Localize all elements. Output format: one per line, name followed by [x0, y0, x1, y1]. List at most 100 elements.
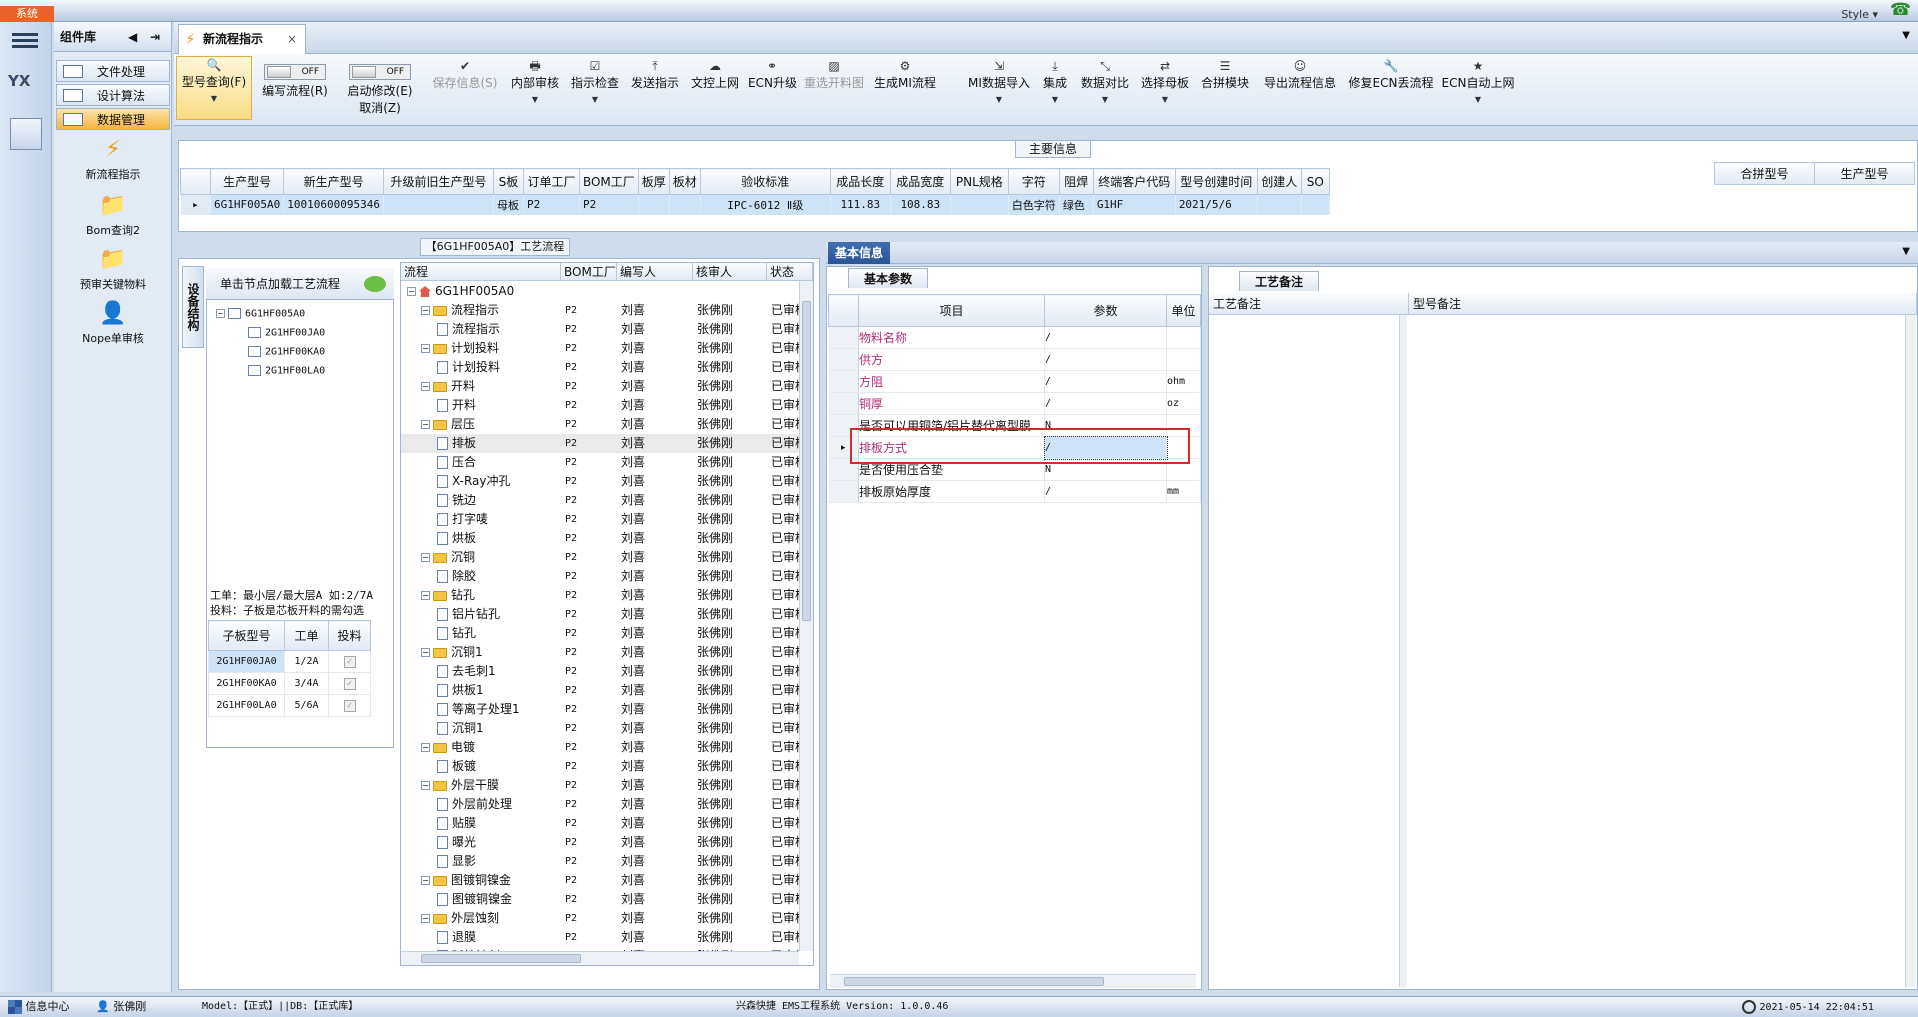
tab-basic-params[interactable]: 基本参数: [848, 268, 928, 288]
nav-design-algorithm[interactable]: 设计算法: [56, 84, 170, 106]
table-row[interactable]: X-Ray冲孔P2刘喜张佛刚已审核: [401, 472, 813, 491]
table-row[interactable]: 等离子处理1P2刘喜张佛刚已审核: [401, 700, 813, 719]
table-row[interactable]: 铝片钻孔P2刘喜张佛刚已审核: [401, 605, 813, 624]
process-remark-textarea[interactable]: [1209, 315, 1399, 987]
table-row[interactable]: 去毛刺1P2刘喜张佛刚已审核: [401, 662, 813, 681]
table-row[interactable]: 铣边P2刘喜张佛刚已审核: [401, 491, 813, 510]
reselect-cutting-button[interactable]: ▨ 重选开料图: [802, 58, 866, 91]
fix-ecn-button[interactable]: 🔧 修复ECN丢流程: [1348, 58, 1434, 91]
collapse-icon[interactable]: −: [421, 876, 430, 885]
table-row[interactable]: 2G1HF00KA0 3/4A ✓: [208, 672, 371, 695]
table-row[interactable]: 钻孔P2刘喜张佛刚已审核: [401, 624, 813, 643]
chevron-down-icon[interactable]: ▼: [177, 94, 251, 103]
table-row[interactable]: −流程指示P2刘喜张佛刚已审核: [401, 301, 813, 320]
select-mother-board-button[interactable]: ⇄ 选择母板 ▼: [1138, 58, 1192, 104]
generate-mi-button[interactable]: ⚙ 生成MI流程: [872, 58, 938, 91]
collapse-icon[interactable]: −: [421, 306, 430, 315]
nav-file-processing[interactable]: 文件处理: [56, 60, 170, 82]
doc-control-upload-button[interactable]: ☁ 文控上网: [688, 58, 742, 91]
feed-checkbox[interactable]: ✓: [343, 677, 356, 690]
table-row[interactable]: 压合P2刘喜张佛刚已审核: [401, 453, 813, 472]
calculator-icon[interactable]: [10, 118, 42, 150]
comment-icon[interactable]: [364, 276, 386, 292]
data-compare-button[interactable]: ⤡ 数据对比 ▼: [1078, 58, 1132, 104]
table-row[interactable]: −开料P2刘喜张佛刚已审核: [401, 377, 813, 396]
chevron-down-icon[interactable]: ▼: [508, 95, 562, 104]
collapse-icon[interactable]: −: [421, 420, 430, 429]
column-header[interactable]: 流程: [401, 263, 561, 281]
horizontal-scrollbar[interactable]: [401, 951, 799, 965]
chevron-down-icon[interactable]: ▼: [1038, 95, 1072, 104]
tab-basic-info[interactable]: 基本信息: [828, 242, 890, 264]
chevron-down-icon[interactable]: ▼: [966, 95, 1032, 104]
tool-new-process[interactable]: ⚡ 新流程指示: [54, 136, 172, 182]
merge-module-button[interactable]: ☰ 合拼模块: [1198, 58, 1252, 91]
export-process-button[interactable]: ☺ 导出流程信息: [1258, 58, 1342, 91]
param-value-cell[interactable]: /: [1044, 348, 1167, 371]
table-row[interactable]: 曝光P2刘喜张佛刚已审核: [401, 833, 813, 852]
tab-new-process[interactable]: ⚡ 新流程指示 ×: [178, 24, 306, 54]
table-row[interactable]: −电镀P2刘喜张佛刚已审核: [401, 738, 813, 757]
write-process-toggle[interactable]: OFF 编写流程(R): [258, 58, 332, 99]
collapse-icon[interactable]: −: [421, 743, 430, 752]
tab-process-remark[interactable]: 工艺备注: [1239, 271, 1319, 291]
tool-nope-review[interactable]: 👤 Nope单审核: [54, 300, 172, 346]
param-value-cell[interactable]: /: [1044, 480, 1167, 503]
tool-bom-query[interactable]: 📁 Bom查询2: [54, 192, 172, 238]
table-row[interactable]: −沉铜P2刘喜张佛刚已审核: [401, 548, 813, 567]
table-row[interactable]: −图镀铜镍金P2刘喜张佛刚已审核: [401, 871, 813, 890]
pin-icon[interactable]: ⇥: [150, 22, 160, 52]
model-remark-textarea[interactable]: [1409, 315, 1905, 987]
close-icon[interactable]: ×: [287, 25, 297, 53]
collapse-icon[interactable]: −: [421, 382, 430, 391]
chevron-down-icon[interactable]: ▼: [1902, 30, 1910, 41]
feed-checkbox[interactable]: ✓: [343, 655, 356, 668]
tool-pre-review[interactable]: 📁 预审关键物料: [54, 246, 172, 292]
tree-node-child[interactable]: 2G1HF00KA0: [248, 346, 325, 358]
table-row[interactable]: 方阻 / ohm: [828, 370, 1201, 393]
instruction-check-button[interactable]: ☑ 指示检查 ▼: [568, 58, 622, 104]
table-row[interactable]: −计划投料P2刘喜张佛刚已审核: [401, 339, 813, 358]
param-value-cell[interactable]: /: [1044, 326, 1167, 349]
mi-import-button[interactable]: ⇲ MI数据导入 ▼: [966, 58, 1032, 104]
tab-device-structure[interactable]: 设备结构: [182, 266, 204, 348]
collapse-icon[interactable]: −: [421, 781, 430, 790]
tree-node-child[interactable]: 2G1HF00JA0: [248, 327, 325, 339]
collapse-icon[interactable]: −: [421, 914, 430, 923]
cancel-button[interactable]: 取消(Z): [359, 101, 401, 115]
collapse-left-icon[interactable]: ◀: [128, 22, 137, 52]
table-row[interactable]: 外层前处理P2刘喜张佛刚已审核: [401, 795, 813, 814]
table-row[interactable]: 烘板P2刘喜张佛刚已审核: [401, 529, 813, 548]
table-row[interactable]: 退膜P2刘喜张佛刚已审核: [401, 928, 813, 947]
table-row[interactable]: 排板原始厚度 / mm: [828, 480, 1201, 503]
table-row[interactable]: 烘板1P2刘喜张佛刚已审核: [401, 681, 813, 700]
collapse-icon[interactable]: −: [407, 287, 416, 296]
ecn-auto-upload-button[interactable]: ★ ECN自动上网 ▼: [1440, 58, 1516, 104]
table-row[interactable]: 显影P2刘喜张佛刚已审核: [401, 852, 813, 871]
table-row[interactable]: 贴膜P2刘喜张佛刚已审核: [401, 814, 813, 833]
table-row[interactable]: 板镀P2刘喜张佛刚已审核: [401, 757, 813, 776]
vertical-scrollbar[interactable]: [1905, 315, 1915, 987]
collapse-icon[interactable]: −: [421, 553, 430, 562]
table-row[interactable]: −钻孔P2刘喜张佛刚已审核: [401, 586, 813, 605]
style-menu[interactable]: Style ▾: [1841, 8, 1878, 21]
tree-node-child[interactable]: 2G1HF00LA0: [248, 365, 325, 377]
collapse-icon[interactable]: −: [421, 648, 430, 657]
table-row[interactable]: 图镀铜镍金P2刘喜张佛刚已审核: [401, 890, 813, 909]
collapse-icon[interactable]: −: [421, 344, 430, 353]
send-instruction-button[interactable]: ⤒ 发送指示: [628, 58, 682, 91]
table-row[interactable]: −6G1HF005A0: [401, 282, 813, 301]
integrate-button[interactable]: ⤓ 集成 ▼: [1038, 58, 1072, 104]
table-row[interactable]: 供方 /: [828, 348, 1201, 371]
table-row[interactable]: 2G1HF00LA0 5/6A ✓: [208, 694, 371, 717]
model-query-button[interactable]: 🔍 型号查询(F) ▼: [176, 56, 252, 120]
table-row[interactable]: −外层蚀刻P2刘喜张佛刚已审核: [401, 909, 813, 928]
column-header[interactable]: BOM工厂: [561, 263, 617, 281]
system-menu[interactable]: 系统: [0, 6, 54, 22]
info-center[interactable]: 信息中心: [8, 997, 70, 1017]
table-row[interactable]: 除胶P2刘喜张佛刚已审核: [401, 567, 813, 586]
ecn-upgrade-button[interactable]: ⚭ ECN升级: [748, 58, 797, 91]
param-value-cell[interactable]: /: [1044, 370, 1167, 393]
vertical-scrollbar[interactable]: [799, 281, 813, 951]
internal-review-button[interactable]: 🖶 内部审核 ▼: [508, 58, 562, 104]
